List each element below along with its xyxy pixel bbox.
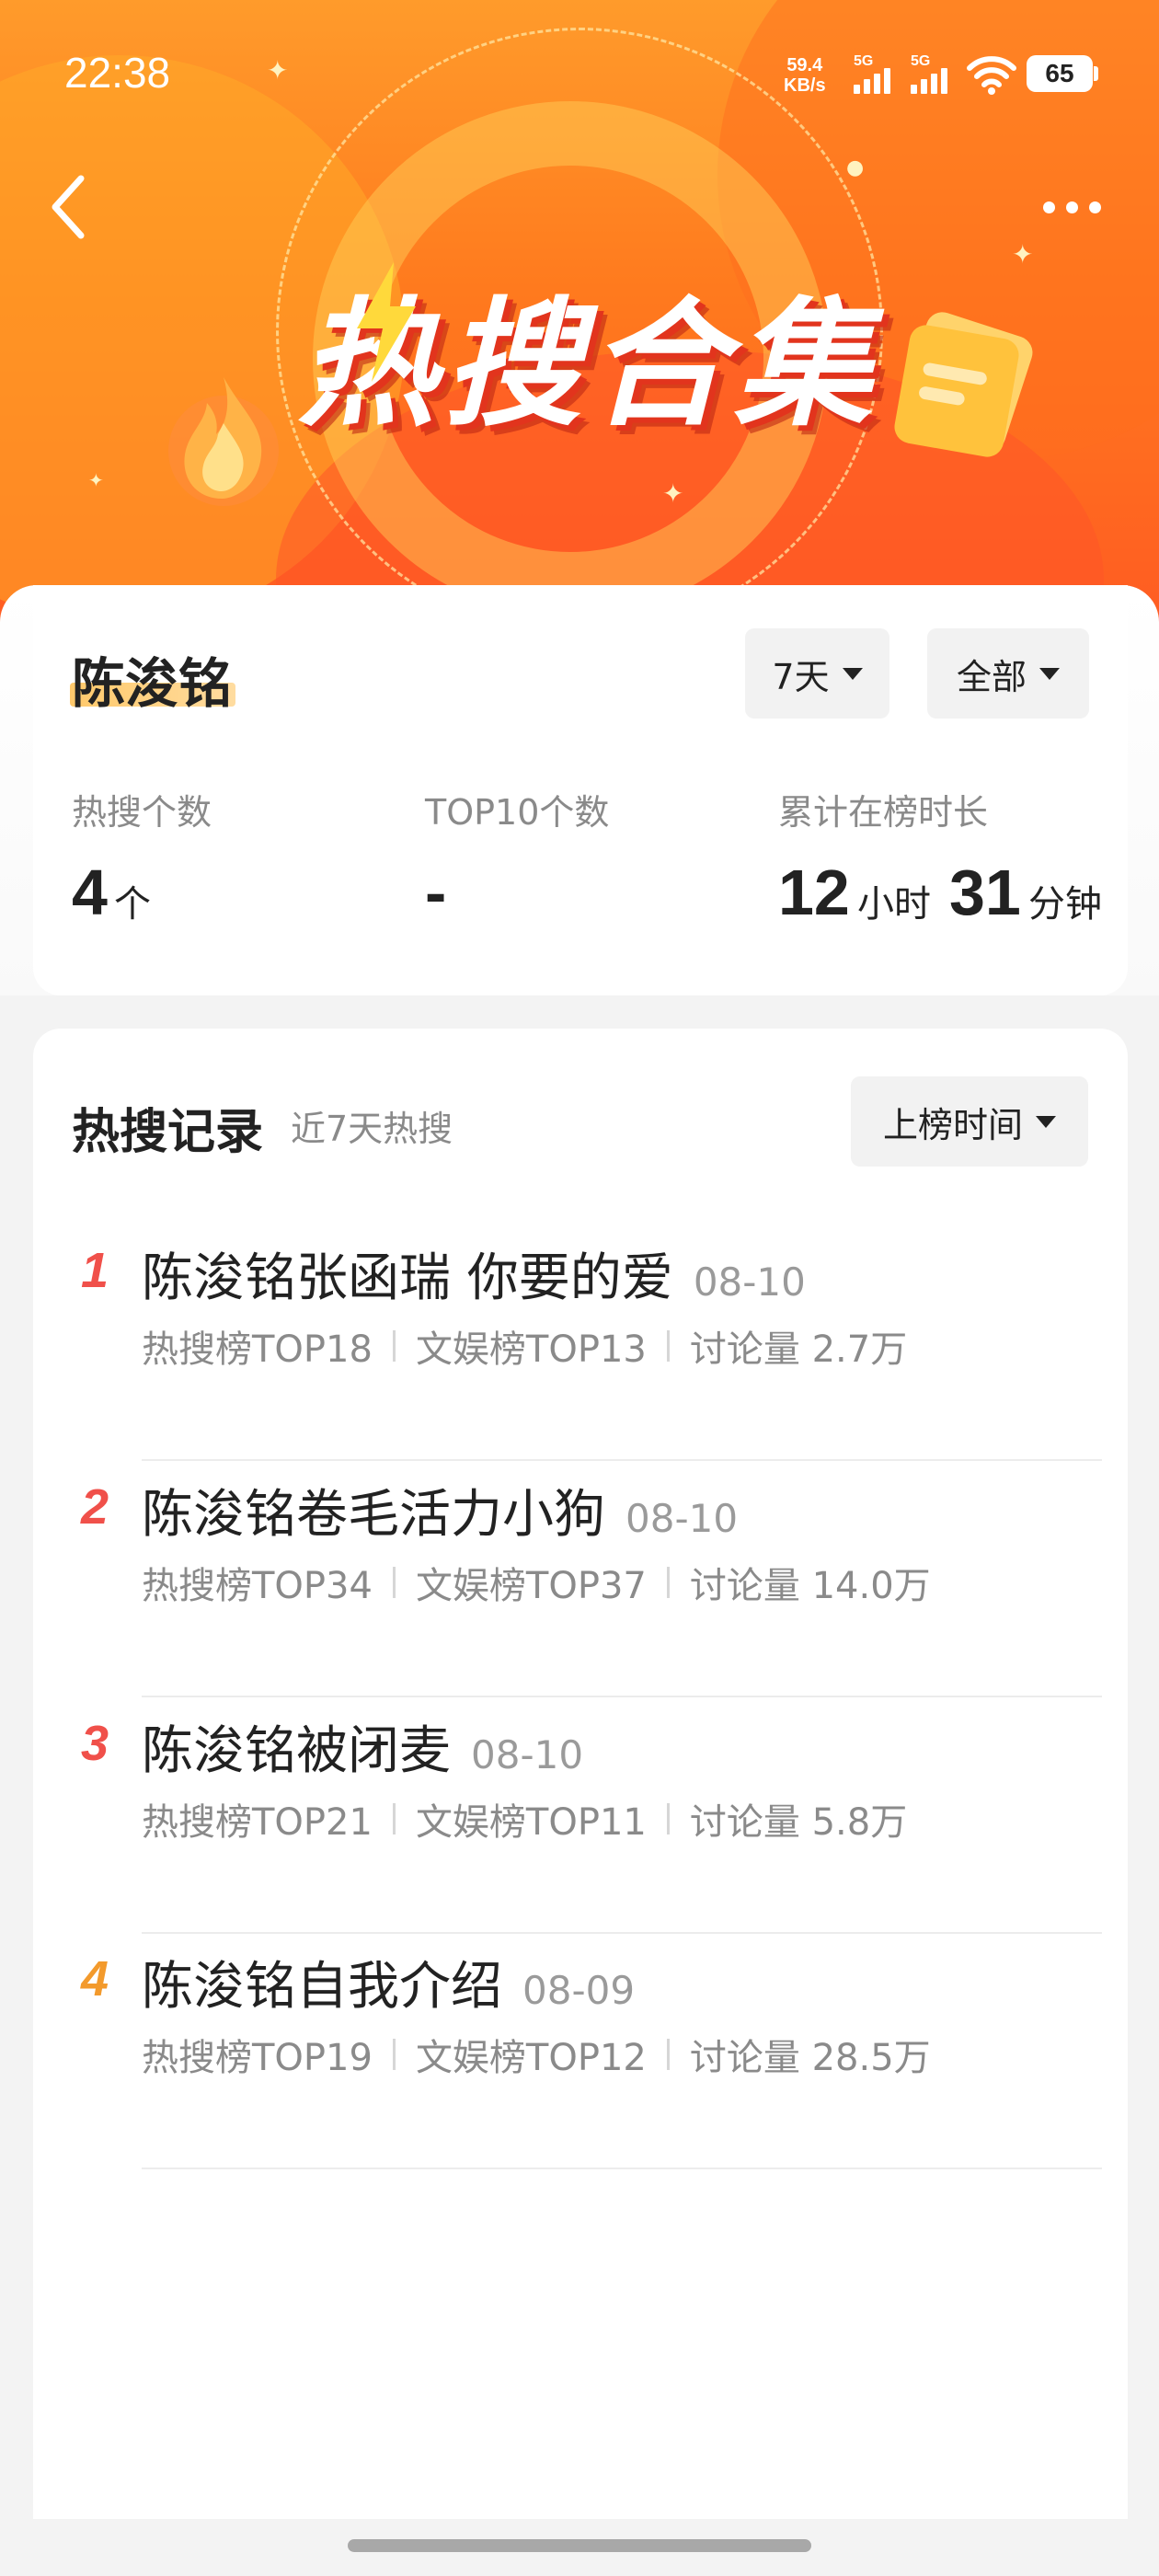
hot-rank: 热搜榜TOP18: [142, 1328, 373, 1371]
hot-count-unit: 个: [114, 883, 151, 926]
period-filter-label: 7天: [772, 656, 830, 697]
divider: [666, 1803, 670, 1834]
more-button[interactable]: [1030, 184, 1113, 230]
sort-label: 上榜时间: [882, 1104, 1023, 1145]
sparkle-icon: ✦: [88, 469, 104, 491]
more-dot: [1088, 201, 1101, 213]
record-meta: 热搜榜TOP34 文娱榜TOP37 讨论量 14.0万: [142, 1556, 931, 1609]
divider: [392, 2039, 396, 2070]
period-filter-dropdown[interactable]: 7天: [745, 628, 889, 719]
caret-down-icon: [842, 667, 863, 680]
hot-rank: 热搜榜TOP21: [142, 1801, 373, 1844]
discussion-count: 讨论量 14.0万: [689, 1565, 931, 1607]
scope-filter-dropdown[interactable]: 全部: [927, 628, 1089, 719]
divider: [666, 1330, 670, 1362]
status-bar: 22:38 59.4 KB/s 5G 5G 65: [0, 0, 1159, 138]
list-item[interactable]: 2 陈浚铭卷毛活力小狗 08-10 热搜榜TOP34 文娱榜TOP37 讨论量 1…: [0, 1460, 1159, 1697]
chevron-left-icon: [52, 175, 85, 239]
hot-rank: 热搜榜TOP34: [142, 1565, 373, 1607]
divider: [666, 2039, 670, 2070]
record-title: 陈浚铭自我介绍 08-09: [142, 1957, 636, 2017]
hero-banner: ✦ ✦ ✦ ✦ ● 热搜合集 22:38 59.4 KB/s 5G 5G 65: [0, 0, 1159, 644]
discussion-count: 讨论量 28.5万: [689, 2037, 931, 2079]
caret-down-icon: [1036, 1115, 1056, 1128]
sparkle-icon: ✦: [662, 478, 684, 509]
ent-rank: 文娱榜TOP12: [415, 2037, 647, 2079]
list-item[interactable]: 1 陈浚铭张函瑞 你要的爱 08-10 热搜榜TOP18 文娱榜TOP13 讨论量…: [0, 1224, 1159, 1461]
records-subtitle: 近7天热搜: [291, 1109, 453, 1149]
hot-rank: 热搜榜TOP19: [142, 2037, 373, 2079]
divider: [666, 1567, 670, 1598]
list-item[interactable]: 4 陈浚铭自我介绍 08-09 热搜榜TOP19 文娱榜TOP12 讨论量 28.…: [0, 1932, 1159, 2169]
records-title: 热搜记录: [72, 1105, 264, 1160]
minutes-unit: 分钟: [1028, 883, 1102, 926]
record-title: 陈浚铭张函瑞 你要的爱 08-10: [142, 1248, 806, 1308]
divider: [392, 1567, 396, 1598]
record-date: 08-10: [471, 1732, 584, 1777]
rank-number: 3: [81, 1716, 109, 1771]
rank-number: 1: [81, 1243, 109, 1298]
record-date: 08-10: [693, 1259, 806, 1305]
ent-rank: 文娱榜TOP13: [415, 1328, 647, 1371]
list-item[interactable]: 3 陈浚铭被闭麦 08-10 热搜榜TOP21 文娱榜TOP11 讨论量 5.8万: [0, 1696, 1159, 1934]
ent-rank: 文娱榜TOP11: [415, 1801, 647, 1844]
cell-signal-icon: 5G: [854, 53, 903, 94]
person-name: 陈浚铭: [72, 652, 233, 715]
record-date: 08-09: [522, 1968, 636, 2013]
hours-unit: 小时: [857, 883, 931, 926]
discussion-count: 讨论量 2.7万: [689, 1328, 908, 1371]
battery-nub: [1094, 66, 1098, 81]
discussion-count: 讨论量 5.8万: [689, 1801, 908, 1844]
sort-dropdown[interactable]: 上榜时间: [851, 1076, 1088, 1167]
record-title: 陈浚铭卷毛活力小狗 08-10: [142, 1485, 739, 1545]
record-title: 陈浚铭被闭麦 08-10: [142, 1721, 584, 1781]
duration-label: 累计在榜时长: [778, 792, 989, 833]
sparkle-icon: ✦: [1012, 239, 1034, 270]
sparkle-icon: ●: [846, 156, 865, 179]
duration-minutes-value: 31: [949, 857, 1021, 928]
duration-hours-value: 12: [778, 857, 850, 928]
lightning-icon: [357, 262, 416, 382]
network-speed: 59.4 KB/s: [784, 55, 826, 96]
divider: [392, 1330, 396, 1362]
cell-signal-icon: 5G: [911, 53, 960, 94]
clock: 22:38: [64, 49, 171, 97]
row-divider: [142, 2168, 1102, 2169]
battery-icon: 65: [1027, 55, 1093, 92]
record-meta: 热搜榜TOP19 文娱榜TOP12 讨论量 28.5万: [142, 2028, 931, 2081]
more-dot: [1042, 201, 1055, 213]
top10-count-label: TOP10个数: [425, 792, 610, 833]
divider: [392, 1803, 396, 1834]
caret-down-icon: [1039, 667, 1060, 680]
record-date: 08-10: [625, 1496, 739, 1541]
scope-filter-label: 全部: [956, 656, 1027, 697]
rank-number: 4: [81, 1951, 109, 2007]
top10-count-value: -: [425, 857, 447, 928]
wifi-icon: [967, 56, 1016, 95]
back-button[interactable]: [37, 166, 101, 248]
hot-count-label: 热搜个数: [72, 792, 212, 833]
record-meta: 热搜榜TOP21 文娱榜TOP11 讨论量 5.8万: [142, 1792, 907, 1846]
more-dot: [1065, 201, 1078, 213]
rank-number: 2: [81, 1479, 109, 1535]
hot-count-value: 4: [72, 857, 108, 928]
home-indicator[interactable]: [348, 2539, 811, 2552]
ent-rank: 文娱榜TOP37: [415, 1565, 647, 1607]
record-meta: 热搜榜TOP18 文娱榜TOP13 讨论量 2.7万: [142, 1319, 907, 1373]
